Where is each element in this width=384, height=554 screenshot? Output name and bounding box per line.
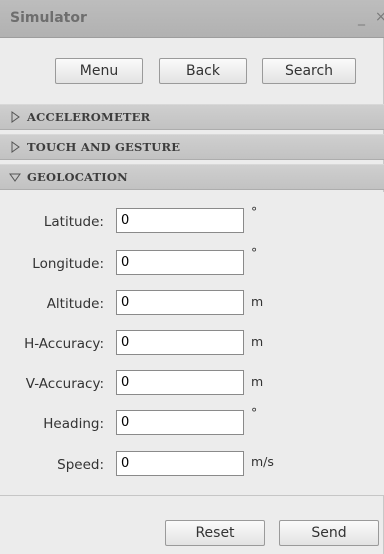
section-accelerometer[interactable]: ACCELEROMETER xyxy=(0,104,384,130)
reset-button[interactable]: Reset xyxy=(165,520,265,546)
heading-label: Heading: xyxy=(43,416,104,432)
close-button[interactable]: × xyxy=(375,9,384,25)
heading-unit: ° xyxy=(251,405,258,420)
latitude-input[interactable] xyxy=(116,208,244,233)
altitude-input[interactable] xyxy=(116,290,244,315)
altitude-label: Altitude: xyxy=(46,296,104,312)
footer-divider xyxy=(0,495,384,496)
section-touch-and-gesture[interactable]: TOUCH AND GESTURE xyxy=(0,134,384,160)
h-accuracy-label: H-Accuracy: xyxy=(24,336,104,352)
latitude-label: Latitude: xyxy=(43,214,104,230)
back-button[interactable]: Back xyxy=(159,58,247,84)
speed-unit: m/s xyxy=(251,454,274,469)
heading-input[interactable] xyxy=(116,410,244,435)
latitude-unit: ° xyxy=(251,204,258,219)
triangle-right-icon xyxy=(11,141,20,153)
h-accuracy-unit: m xyxy=(251,334,264,349)
altitude-unit: m xyxy=(251,294,264,309)
speed-label: Speed: xyxy=(57,457,104,473)
v-accuracy-unit: m xyxy=(251,374,264,389)
longitude-unit: ° xyxy=(251,245,258,260)
longitude-label: Longitude: xyxy=(32,256,104,272)
h-accuracy-input[interactable] xyxy=(116,330,244,355)
section-label: GEOLOCATION xyxy=(27,170,128,184)
simulator-panel: Simulator _ × Menu Back Search ACCELEROM… xyxy=(0,0,384,554)
v-accuracy-label: V-Accuracy: xyxy=(25,376,104,392)
triangle-right-icon xyxy=(11,111,20,123)
window-title: Simulator xyxy=(10,10,87,26)
section-label: TOUCH AND GESTURE xyxy=(27,140,181,154)
search-button[interactable]: Search xyxy=(262,58,356,84)
speed-input[interactable] xyxy=(116,451,244,476)
minimize-button[interactable]: _ xyxy=(358,10,365,26)
v-accuracy-input[interactable] xyxy=(116,370,244,395)
menu-button[interactable]: Menu xyxy=(55,58,143,84)
longitude-input[interactable] xyxy=(116,250,244,275)
title-bar: Simulator _ × xyxy=(0,0,384,38)
triangle-down-icon xyxy=(9,173,21,182)
section-label: ACCELEROMETER xyxy=(27,110,151,124)
section-geolocation[interactable]: GEOLOCATION xyxy=(0,164,384,190)
send-button[interactable]: Send xyxy=(279,520,379,546)
